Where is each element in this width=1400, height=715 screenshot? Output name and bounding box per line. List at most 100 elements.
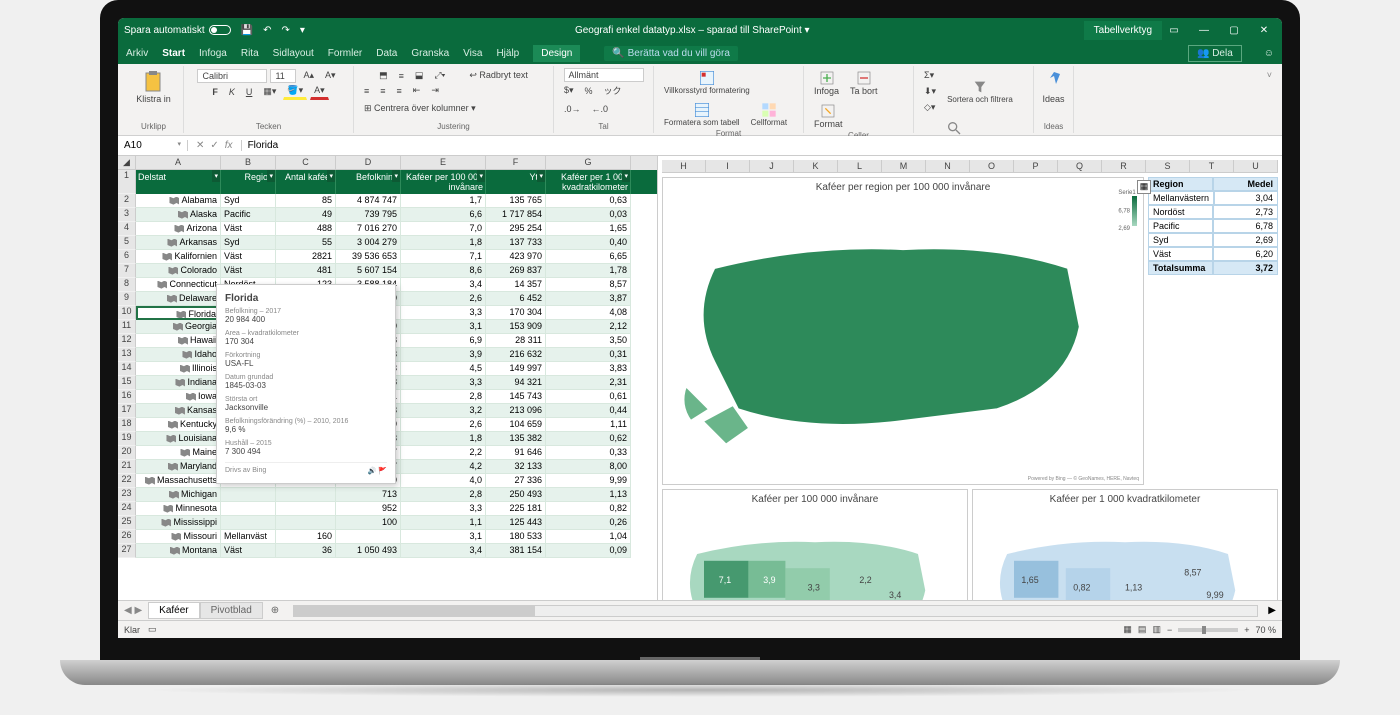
align-middle-icon[interactable]: ≡ bbox=[395, 69, 408, 83]
menu-rita[interactable]: Rita bbox=[241, 48, 259, 59]
datacard-flag-icon[interactable]: 🔊 🚩 bbox=[368, 467, 387, 475]
autosum-icon[interactable]: Σ▾ bbox=[920, 68, 940, 83]
menu-design[interactable]: Design bbox=[533, 45, 580, 62]
table-row[interactable]: 26 Missouri Mellanväst 160 3,1 180 533 1… bbox=[118, 530, 657, 544]
align-left-icon[interactable]: ≡ bbox=[360, 84, 373, 98]
autosave-toggle[interactable]: Spara automatiskt bbox=[124, 25, 231, 36]
col-f[interactable]: F bbox=[486, 156, 546, 170]
ribbon-options-icon[interactable]: ▭ bbox=[1162, 25, 1186, 36]
enter-icon[interactable]: ✓ bbox=[210, 140, 218, 151]
font-size-select[interactable]: 11 bbox=[270, 69, 296, 83]
insert-cells-button[interactable]: Infoga bbox=[810, 68, 843, 98]
table-row[interactable]: 5 Arkansas Syd 55 3 004 279 1,8 137 733 … bbox=[118, 236, 657, 250]
align-right-icon[interactable]: ≡ bbox=[393, 84, 406, 98]
select-all-corner[interactable]: ◢ bbox=[118, 156, 136, 170]
contextual-tab[interactable]: Tabellverktyg bbox=[1084, 21, 1162, 40]
sort-filter-button[interactable]: Sortera och filtrera bbox=[943, 77, 1017, 106]
table-row[interactable]: 4 Arizona Väst 488 7 016 270 7,0 295 254… bbox=[118, 222, 657, 236]
border-button[interactable]: ▦▾ bbox=[259, 84, 280, 99]
indent-inc-icon[interactable]: ⇥ bbox=[427, 83, 443, 98]
col-b[interactable]: B bbox=[221, 156, 276, 170]
maximize-icon[interactable]: ▢ bbox=[1222, 25, 1246, 36]
table-row[interactable]: 3 Alaska Pacific 49 739 795 6,6 1 717 85… bbox=[118, 208, 657, 222]
menu-visa[interactable]: Visa bbox=[463, 48, 482, 59]
format-as-table-button[interactable]: Formatera som tabell bbox=[660, 100, 744, 129]
filter-icon[interactable]: ▾ bbox=[327, 170, 335, 182]
menu-hjalp[interactable]: Hjälp bbox=[496, 48, 519, 59]
zoom-in-icon[interactable]: + bbox=[1244, 625, 1249, 635]
fill-color-button[interactable]: 🪣▾ bbox=[283, 83, 307, 100]
menu-arkiv[interactable]: Arkiv bbox=[126, 48, 148, 59]
menu-formler[interactable]: Formler bbox=[328, 48, 362, 59]
fill-icon[interactable]: ⬇▾ bbox=[920, 84, 940, 99]
number-format-select[interactable]: Allmänt bbox=[564, 68, 644, 82]
zoom-out-icon[interactable]: − bbox=[1167, 625, 1172, 635]
currency-icon[interactable]: $▾ bbox=[560, 83, 578, 98]
shrink-font-icon[interactable]: A▾ bbox=[321, 68, 340, 83]
cell-styles-button[interactable]: Cellformat bbox=[747, 100, 791, 129]
bold-button[interactable]: F bbox=[208, 85, 222, 99]
grow-font-icon[interactable]: A▴ bbox=[299, 68, 318, 83]
menu-infoga[interactable]: Infoga bbox=[199, 48, 227, 59]
toggle-icon[interactable] bbox=[209, 25, 231, 35]
sheet-nav-icon[interactable]: ◀ ▶ bbox=[124, 605, 142, 616]
sheet-tab-active[interactable]: Kaféer bbox=[148, 602, 199, 619]
chart-state-100k[interactable]: Kaféer per 100 000 invånare 7,13,93,3 2,… bbox=[662, 489, 968, 600]
redo-icon[interactable]: ↷ bbox=[277, 25, 293, 36]
formula-bar[interactable]: Florida bbox=[242, 140, 1282, 151]
dec-decimal-icon[interactable]: ←.0 bbox=[588, 102, 613, 116]
ideas-button[interactable]: Ideas bbox=[1038, 68, 1070, 106]
collapse-ribbon-icon[interactable]: ˅ bbox=[1263, 66, 1276, 133]
filter-icon[interactable]: ▾ bbox=[477, 170, 485, 182]
align-center-icon[interactable]: ≡ bbox=[376, 84, 389, 98]
table-row[interactable]: 27 Montana Väst 36 1 050 493 3,4 381 154… bbox=[118, 544, 657, 558]
format-cells-button[interactable]: Format bbox=[810, 101, 847, 131]
wrap-text-button[interactable]: ↩ Radbryt text bbox=[465, 68, 532, 83]
col-e[interactable]: E bbox=[401, 156, 486, 170]
horizontal-scrollbar[interactable] bbox=[293, 605, 1258, 617]
scroll-right-icon[interactable]: ▶ bbox=[1268, 605, 1276, 616]
filter-icon[interactable]: ▾ bbox=[622, 170, 630, 182]
table-row[interactable]: 25 Mississippi 100 1,1 125 443 0,26 bbox=[118, 516, 657, 530]
zoom-slider[interactable] bbox=[1178, 628, 1238, 632]
orientation-icon[interactable]: ⤢▾ bbox=[430, 68, 449, 83]
col-a[interactable]: A bbox=[136, 156, 221, 170]
qat-more-icon[interactable]: ▾ bbox=[296, 25, 309, 36]
pivot-table[interactable]: RegionMedel Mellanvästern3,04Nordöst2,73… bbox=[1148, 177, 1278, 485]
zoom-level[interactable]: 70 % bbox=[1255, 625, 1276, 635]
close-icon[interactable]: ✕ bbox=[1252, 25, 1276, 36]
document-title[interactable]: Geografi enkel datatyp.xlsx – sparad til… bbox=[309, 25, 1076, 36]
delete-cells-button[interactable]: Ta bort bbox=[846, 68, 882, 98]
table-row[interactable]: 6 Kalifornien Väst 2821 39 536 653 7,1 4… bbox=[118, 250, 657, 264]
filter-icon[interactable]: ▾ bbox=[537, 170, 545, 182]
percent-icon[interactable]: % bbox=[581, 84, 597, 98]
chart-action-icon[interactable]: ▦ bbox=[1137, 180, 1151, 194]
name-box[interactable]: A10 bbox=[118, 140, 188, 151]
table-row[interactable]: 2 Alabama Syd 85 4 874 747 1,7 135 765 0… bbox=[118, 194, 657, 208]
clear-icon[interactable]: ◇▾ bbox=[920, 100, 940, 115]
menu-data[interactable]: Data bbox=[376, 48, 397, 59]
view-pagebreak-icon[interactable]: ▥ bbox=[1152, 624, 1161, 635]
inc-decimal-icon[interactable]: .0→ bbox=[560, 102, 585, 116]
table-row[interactable]: 23 Michigan 713 2,8 250 493 1,13 bbox=[118, 488, 657, 502]
share-button[interactable]: 👥 Dela bbox=[1188, 45, 1242, 62]
table-row[interactable]: 7 Colorado Väst 481 5 607 154 8,6 269 83… bbox=[118, 264, 657, 278]
cancel-icon[interactable]: ✕ bbox=[196, 140, 204, 151]
table-row[interactable]: 24 Minnesota 952 3,3 225 181 0,82 bbox=[118, 502, 657, 516]
col-g[interactable]: G bbox=[546, 156, 631, 170]
paste-button[interactable]: Klistra in bbox=[132, 68, 175, 106]
merge-button[interactable]: ⊞ Centrera över kolumner ▾ bbox=[360, 101, 480, 116]
font-name-select[interactable]: Calibri bbox=[197, 69, 267, 83]
macro-record-icon[interactable]: ▭ bbox=[148, 624, 157, 635]
add-sheet-icon[interactable]: ⊕ bbox=[267, 605, 283, 616]
undo-icon[interactable]: ↶ bbox=[259, 25, 275, 36]
comma-icon[interactable]: ック bbox=[600, 82, 626, 99]
font-color-button[interactable]: A▾ bbox=[310, 83, 329, 100]
filter-icon[interactable]: ▾ bbox=[212, 170, 220, 182]
feedback-icon[interactable]: ☺ bbox=[1264, 48, 1274, 59]
chart-state-km2[interactable]: Kaféer per 1 000 kvadratkilometer 1,650,… bbox=[972, 489, 1278, 600]
minimize-icon[interactable]: ― bbox=[1192, 25, 1216, 36]
menu-start[interactable]: Start bbox=[162, 48, 185, 59]
indent-dec-icon[interactable]: ⇤ bbox=[409, 83, 425, 98]
col-c[interactable]: C bbox=[276, 156, 336, 170]
